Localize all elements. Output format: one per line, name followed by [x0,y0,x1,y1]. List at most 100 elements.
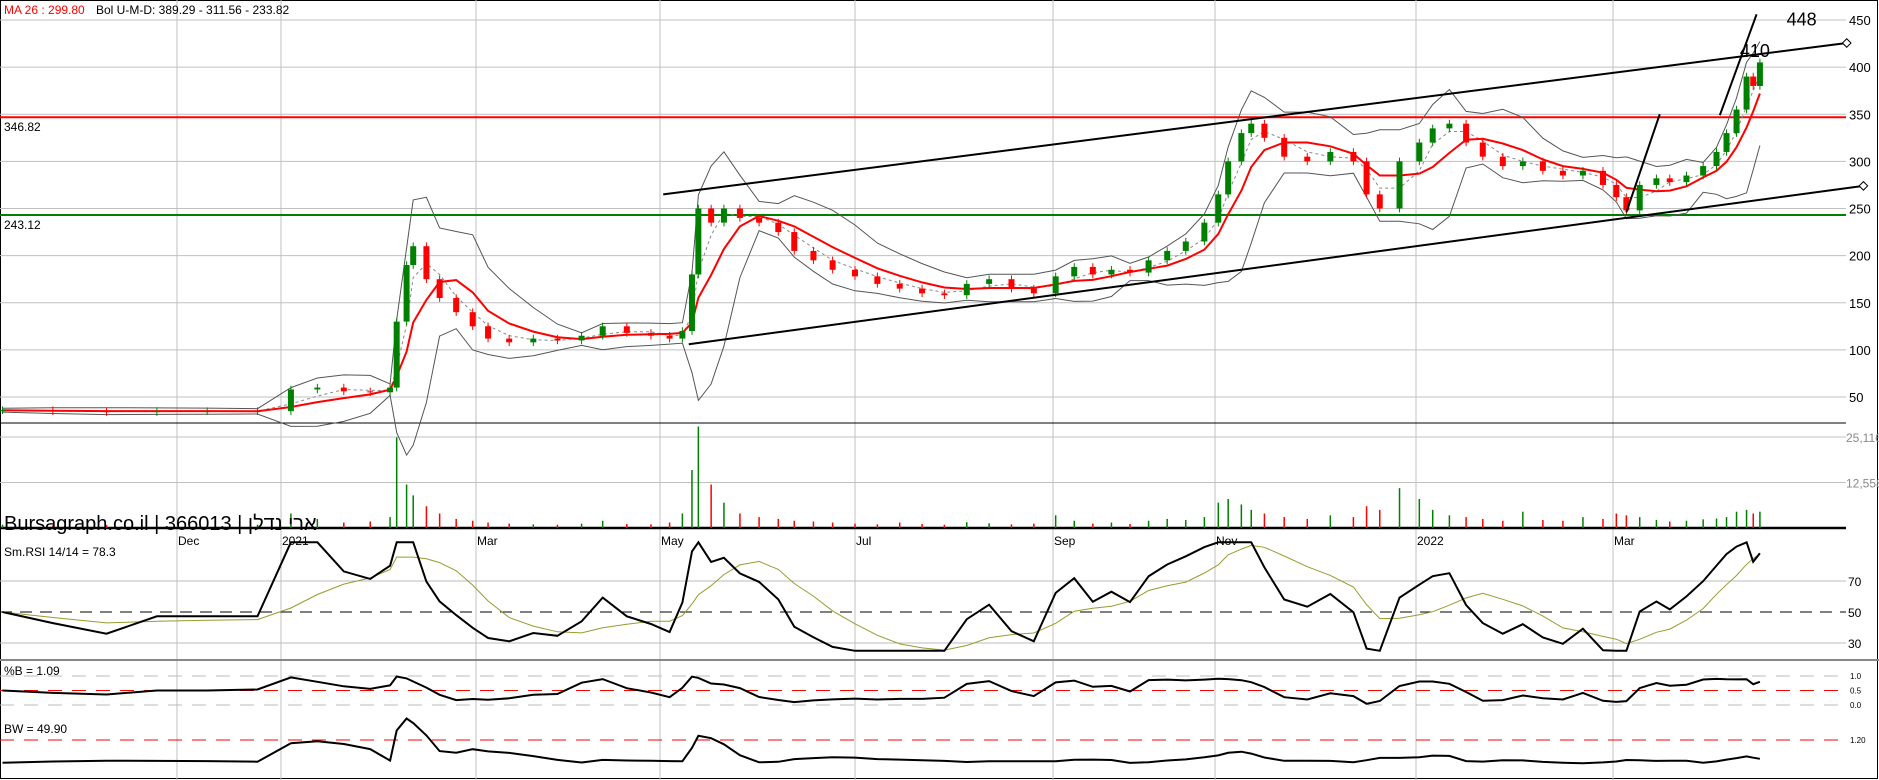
stock-chart: 346.82 243.12 448 410 450 400 350 300 250 200 15… [0,0,1879,780]
candle-body [679,331,686,339]
candle-body [1052,276,1059,294]
candle-body [1723,133,1730,152]
candle-body [1479,142,1486,157]
candle-body [1145,260,1152,273]
candle-body [204,411,211,413]
candle-body [1666,178,1673,183]
candle-body [1127,269,1134,273]
candle-body [1429,128,1436,143]
candle-body [791,232,798,251]
candle-body [1756,62,1763,86]
bw-label: BW = 49.90 [4,722,67,736]
candle-body [852,269,858,277]
candle-body [688,274,695,332]
candle-body [775,222,782,233]
date-label: May [661,534,684,548]
candle-body [1238,133,1245,162]
candle-body [829,260,836,270]
price-tick-label: 50 [1849,390,1863,405]
candle-body [1215,194,1222,223]
candle-body [1030,288,1037,294]
date-label: Mar [1614,534,1635,548]
candle-body [756,217,763,223]
price-tick-label: 250 [1849,202,1871,217]
volume-tick-label: 25,116 [1846,431,1879,445]
candle-body [1636,184,1643,211]
price-tick-label: 350 [1849,107,1871,122]
candle-body [623,326,630,333]
candle-body [599,326,606,336]
candle-body [896,283,903,289]
candle-body [1108,269,1115,275]
date-label: Mar [477,534,498,548]
candle-body [1519,161,1526,167]
candle-body [810,250,817,261]
candle-body [153,411,160,413]
candle-body [554,338,561,341]
candle-body [1446,123,1453,129]
candle-body [963,283,970,296]
price-annotation: 448 [1787,10,1817,30]
price-tick-label: 150 [1849,296,1871,311]
level-label: 346.82 [4,120,41,134]
candle-body [1416,142,1423,162]
candle-body [1376,194,1383,209]
candle-body [1599,170,1606,185]
date-label: Jul [856,534,871,548]
candle-body [1499,156,1506,167]
candle-body [1743,76,1750,110]
candle-body [530,338,537,343]
candle-body [1225,161,1232,195]
candle-body [387,387,394,393]
level-label: 243.12 [4,218,41,232]
candle-body [1281,137,1288,157]
candle-body [453,298,460,313]
candle-body [403,265,410,322]
candle-body [340,387,347,392]
pctb-tick-label: 1.0 [1850,672,1862,681]
candle-body [1008,279,1015,289]
candle-body [1700,166,1707,176]
candle-body [469,312,476,327]
candle-body [410,246,417,266]
candle-body [1182,241,1189,251]
rsi-tick-label: 50 [1848,606,1862,620]
candle-body [1683,175,1690,183]
candle-body [1733,109,1740,134]
candle-body [708,208,715,223]
candle-body [1248,123,1255,134]
candle-body [423,246,430,280]
candle-body [1396,161,1403,209]
candle-body [1261,123,1268,138]
candle-body [1350,151,1357,162]
candle-body [1559,170,1566,176]
candle-body [1327,151,1334,162]
candle-body [49,410,56,412]
candle-body [367,391,374,393]
watermark: Bursagraph.co.il | 366013 | ארי נדלן [4,513,317,535]
rsi-label: Sm.RSI 14/14 = 78.3 [4,545,116,559]
rsi-tick-label: 70 [1848,575,1862,589]
candle-body [103,411,110,413]
rsi-tick-label: 30 [1848,637,1862,651]
candle-body [666,335,673,339]
candle-body [941,293,948,296]
candle-body [506,338,513,343]
candle-body [647,332,654,336]
candle-body [1201,222,1208,242]
candle-body [485,326,492,339]
pctb-label: %B = 1.09 [4,664,60,678]
price-tick-label: 200 [1849,249,1871,264]
candle-body [436,279,443,299]
date-label: Dec [178,534,199,548]
date-label: Sep [1054,534,1076,548]
ma-label: MA 26 : 299.80 [4,3,85,17]
candle-body [1463,123,1470,143]
candle-body [1713,151,1720,167]
candle-body [254,411,261,413]
candle-body [1089,266,1096,275]
candle-body [1363,161,1370,195]
candle-body [0,410,6,412]
price-tick-label: 300 [1849,154,1871,169]
candle-body [1750,76,1757,86]
